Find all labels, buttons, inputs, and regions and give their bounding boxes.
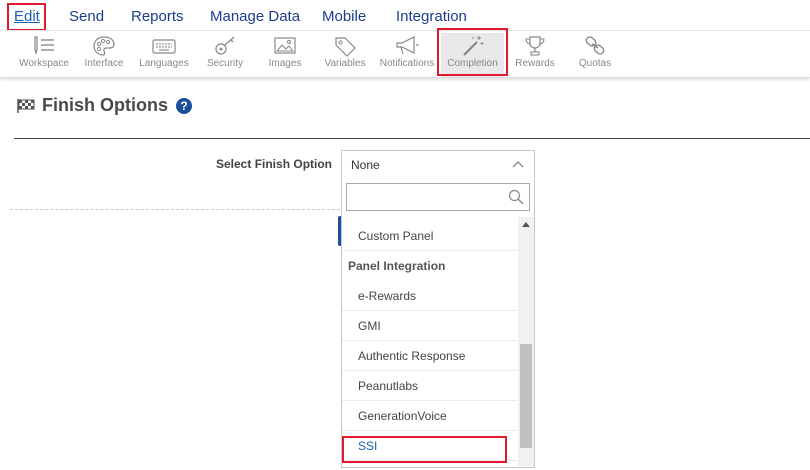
section-divider [14, 138, 810, 139]
option-e-rewards[interactable]: e-Rewards [342, 281, 518, 311]
tool-label: Variables [324, 58, 366, 69]
option-group-panel-integration: Panel Integration [348, 259, 446, 273]
tool-variables[interactable]: Variables [320, 33, 370, 77]
tool-label: Interface [84, 58, 124, 69]
tag-icon [335, 37, 356, 57]
page-heading: Finish Options ? [16, 95, 192, 116]
option-peanutlabs[interactable]: Peanutlabs [342, 371, 518, 401]
dropdown-search-input[interactable] [347, 184, 497, 210]
tool-workspace[interactable]: Workspace [18, 33, 70, 77]
scroll-up-arrow[interactable] [522, 222, 530, 227]
toolbar: Workspace Interface Languages Security I… [0, 30, 810, 78]
menu-reports[interactable]: Reports [131, 8, 184, 25]
highlight-ssi-option [342, 436, 507, 463]
tool-security[interactable]: Security [203, 33, 247, 77]
option-custom-panel[interactable]: Custom Panel [342, 221, 518, 251]
palette-icon [93, 36, 115, 56]
option-gmi[interactable]: GMI [342, 311, 518, 341]
menu-send[interactable]: Send [69, 8, 104, 25]
tool-rewards[interactable]: Rewards [513, 33, 557, 77]
menu-integration[interactable]: Integration [396, 8, 467, 25]
keyboard-icon [152, 39, 176, 54]
dropdown-scrollbar[interactable] [518, 217, 534, 466]
tool-languages[interactable]: Languages [138, 33, 190, 77]
highlight-edit-menu [7, 3, 46, 31]
top-menu: Edit Send Reports Manage Data Mobile Int… [0, 0, 810, 32]
page-title: Finish Options [42, 95, 168, 115]
trophy-icon [525, 36, 545, 56]
tool-quotas[interactable]: Quotas [573, 33, 617, 77]
dropdown-search[interactable] [346, 183, 530, 211]
option-list: Custom Panel Panel Integration e-Rewards… [342, 221, 518, 466]
tool-images[interactable]: Images [264, 33, 306, 77]
chevron-up-icon [512, 161, 524, 168]
option-generationvoice[interactable]: GenerationVoice [342, 401, 518, 431]
workspace-icon [34, 36, 54, 55]
finish-flag-icon [17, 98, 35, 113]
tool-label: Security [206, 58, 244, 69]
tool-label: Images [268, 58, 302, 69]
option-authentic-response[interactable]: Authentic Response [342, 341, 518, 371]
tool-notifications[interactable]: Notifications [377, 33, 437, 77]
tool-label: Notifications [379, 58, 435, 69]
highlight-completion-tool [437, 28, 508, 76]
tool-label: Languages [139, 58, 189, 69]
finish-option-select[interactable]: None [341, 150, 535, 180]
selected-value: None [351, 158, 380, 172]
help-icon[interactable]: ? [176, 97, 192, 114]
image-icon [274, 37, 296, 54]
tool-label: Quotas [578, 58, 612, 69]
tool-label: Rewards [515, 58, 555, 69]
finish-option-label: Select Finish Option [216, 157, 333, 171]
finish-option-dropdown: Custom Panel Panel Integration e-Rewards… [341, 179, 535, 468]
key-icon [215, 36, 235, 55]
search-icon [508, 189, 524, 205]
megaphone-icon [396, 36, 419, 55]
dashed-divider [10, 209, 340, 210]
tool-interface[interactable]: Interface [82, 33, 126, 77]
scroll-thumb[interactable] [520, 344, 532, 448]
menu-manage-data[interactable]: Manage Data [210, 8, 300, 25]
chain-icon [585, 36, 605, 55]
tool-label: Workspace [19, 58, 69, 69]
menu-mobile[interactable]: Mobile [322, 8, 366, 25]
